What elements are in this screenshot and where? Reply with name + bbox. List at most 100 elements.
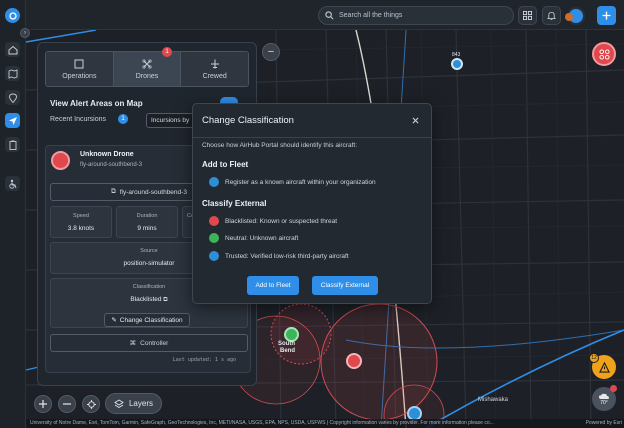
layers-label: Layers — [128, 399, 153, 408]
zoom-in-button[interactable] — [34, 395, 52, 413]
blacklisted-drone-icon — [209, 216, 219, 226]
create-button[interactable] — [597, 6, 616, 25]
alert-drone-icon — [598, 48, 610, 60]
option-blacklisted[interactable]: Blacklisted: Known or suspected threat — [209, 216, 337, 226]
logo-icon — [8, 11, 17, 20]
option-trusted-label: Trusted: Verified low-risk third-party a… — [225, 252, 349, 260]
tab-crewed[interactable]: Crewed — [181, 52, 248, 86]
drone-name: Unknown Drone — [80, 151, 134, 158]
rail-clipboard[interactable] — [5, 137, 20, 152]
duration-value: 9 mins — [137, 225, 157, 232]
locate-button[interactable] — [82, 395, 100, 413]
rail-location[interactable] — [5, 90, 20, 105]
recent-incursions-label: Recent Incursions — [50, 116, 107, 123]
add-to-fleet-button[interactable]: Add to Fleet — [247, 276, 299, 295]
option-add-fleet-label: Register as a known aircraft within your… — [225, 178, 376, 186]
powered-by: Powered by Esri — [585, 420, 622, 426]
tab-drones[interactable]: Drones — [113, 52, 182, 86]
plus-icon — [602, 11, 611, 20]
navigation-icon — [8, 116, 17, 125]
user-avatar[interactable] — [565, 7, 585, 25]
rail-home[interactable] — [5, 42, 20, 57]
classify-external-button[interactable]: Classify External — [312, 276, 378, 295]
rail-navigation[interactable] — [5, 113, 20, 128]
notifications-button[interactable] — [542, 6, 561, 25]
left-rail — [0, 0, 26, 428]
tab-operations[interactable]: Operations — [46, 52, 114, 86]
last-updated: Last updated: 1 s ago — [172, 357, 236, 363]
marker-top-label: 843 — [452, 52, 461, 58]
rail-map[interactable] — [5, 66, 20, 81]
classify-external-heading: Classify External — [202, 199, 267, 208]
neutral-drone-icon — [209, 233, 219, 243]
search-input[interactable]: Search all the things — [318, 6, 514, 25]
bell-icon — [547, 11, 556, 20]
tab-crewed-label: Crewed — [202, 72, 227, 80]
zoom-out-button[interactable] — [58, 395, 76, 413]
accessibility-icon — [8, 179, 16, 189]
city-label-south: South — [278, 341, 295, 347]
copy-icon: ⧉ — [163, 297, 168, 303]
change-classification-modal: Change Classification Choose how AirHub … — [192, 103, 432, 304]
alert-marker[interactable] — [592, 42, 616, 66]
link-icon: ⧉ — [111, 188, 116, 195]
controller-button[interactable]: ⌘ Controller — [50, 334, 248, 352]
drones-tab-badge: 1 — [162, 47, 172, 57]
clipboard-icon — [9, 140, 16, 150]
map-attribution: University of Notre Dame, Esri, TomTom, … — [26, 419, 624, 428]
speed-stat: Speed 3.8 knots — [50, 206, 112, 238]
cloud-icon — [599, 393, 609, 399]
close-icon — [412, 117, 418, 123]
option-neutral[interactable]: Neutral: Unknown aircraft — [209, 233, 298, 243]
rail-collapse-button[interactable]: › — [20, 28, 30, 38]
search-icon — [325, 11, 334, 20]
layers-button[interactable]: Layers — [105, 393, 162, 414]
pin-icon — [8, 93, 17, 103]
option-blacklisted-label: Blacklisted: Known or suspected threat — [225, 217, 338, 225]
fleet-drone-icon — [209, 177, 219, 187]
modal-title: Change Classification — [202, 115, 294, 126]
operation-link-label: fly-around-southbend-3 — [119, 188, 187, 196]
city-label-bend: Bend — [280, 348, 295, 354]
change-classification-button[interactable]: ✎ Change Classification — [104, 313, 190, 327]
map-icon — [8, 68, 17, 79]
drone-marker-green[interactable] — [284, 327, 299, 342]
layers-icon — [114, 398, 124, 408]
tab-drones-label: Drones — [135, 72, 159, 80]
square-frame-icon — [74, 59, 84, 68]
speed-label: Speed — [73, 213, 89, 219]
modal-header: Change Classification — [193, 104, 431, 138]
option-add-fleet[interactable]: Register as a known aircraft within your… — [209, 177, 376, 187]
alert-areas-label: View Alert Areas on Map — [50, 99, 143, 108]
crosshair-icon — [86, 399, 96, 409]
minus-icon — [63, 403, 71, 405]
drone-marker-red[interactable] — [346, 353, 362, 369]
add-fleet-heading: Add to Fleet — [202, 160, 249, 169]
drone-operation: fly-around-southbend-3 — [80, 162, 143, 168]
trusted-drone-icon — [209, 251, 219, 261]
home-icon — [8, 45, 17, 54]
avatar-dot — [565, 13, 573, 21]
map-minus-button[interactable]: − — [262, 43, 280, 61]
apps-grid-button[interactable] — [518, 6, 537, 25]
app-logo[interactable] — [5, 8, 20, 23]
pencil-icon: ✎ — [111, 317, 117, 324]
warning-badge: 12 — [589, 353, 599, 363]
option-neutral-label: Neutral: Unknown aircraft — [225, 234, 299, 242]
change-classification-label: Change Classification — [119, 316, 183, 324]
weather-badge — [610, 385, 617, 392]
drone-avatar — [51, 151, 70, 170]
recent-incursions-count: 1 — [118, 114, 128, 124]
controller-label: Controller — [140, 339, 169, 347]
aircraft-marker-top[interactable] — [451, 58, 463, 70]
duration-stat: Duration 9 mins — [116, 206, 178, 238]
classification-value: Blacklisted — [130, 296, 162, 303]
drone-icon — [142, 58, 152, 69]
rail-accessibility[interactable] — [5, 176, 20, 191]
panel-tabs: Operations Drones Crewed — [45, 51, 249, 87]
modal-close-button[interactable] — [409, 114, 421, 126]
plus-icon — [39, 400, 47, 408]
option-trusted[interactable]: Trusted: Verified low-risk third-party a… — [209, 251, 349, 261]
tab-operations-label: Operations — [62, 72, 97, 80]
gamepad-icon: ⌘ — [129, 340, 137, 347]
